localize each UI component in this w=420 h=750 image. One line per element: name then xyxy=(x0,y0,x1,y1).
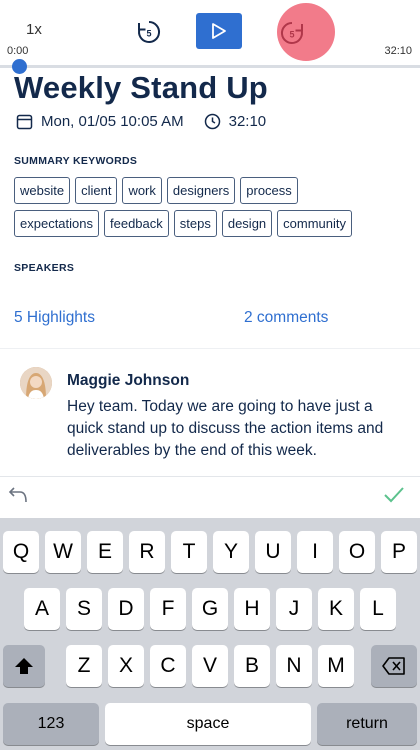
meeting-duration: 32:10 xyxy=(204,112,267,130)
key-b[interactable]: B xyxy=(234,645,270,687)
avatar xyxy=(20,367,52,399)
page-title: Weekly Stand Up xyxy=(14,70,268,105)
keyword-row: expectations feedback steps design community xyxy=(14,210,414,237)
key-k[interactable]: K xyxy=(318,588,354,630)
keyword-chip[interactable]: website xyxy=(14,177,71,204)
skip-forward-icon[interactable]: 5 xyxy=(278,19,306,47)
comments-link[interactable]: 2 comments xyxy=(244,309,328,327)
key-g[interactable]: G xyxy=(192,588,228,630)
key-w[interactable]: W xyxy=(45,531,81,573)
comment-author: Maggie Johnson xyxy=(67,372,190,389)
playback-speed-button[interactable]: 1x xyxy=(26,21,42,38)
current-time: 0:00 xyxy=(7,45,29,57)
play-icon xyxy=(212,23,226,39)
delete-key[interactable] xyxy=(371,645,417,687)
skip-back-icon[interactable]: 5 xyxy=(135,18,163,46)
keyword-chip[interactable]: designers xyxy=(166,177,236,204)
key-q[interactable]: Q xyxy=(3,531,39,573)
key-p[interactable]: P xyxy=(381,531,417,573)
space-key[interactable]: space xyxy=(105,703,311,745)
key-z[interactable]: Z xyxy=(66,645,102,687)
keyword-chip[interactable]: steps xyxy=(173,210,217,237)
keyword-chip[interactable]: design xyxy=(221,210,273,237)
key-y[interactable]: Y xyxy=(213,531,249,573)
key-m[interactable]: M xyxy=(318,645,354,687)
key-i[interactable]: I xyxy=(297,531,333,573)
total-time: 32:10 xyxy=(384,45,412,57)
shift-icon xyxy=(15,658,33,674)
key-h[interactable]: H xyxy=(234,588,270,630)
play-button[interactable] xyxy=(196,13,242,49)
meeting-date: Mon, 01/05 10:05 AM xyxy=(41,112,184,130)
key-e[interactable]: E xyxy=(87,531,123,573)
keyword-chip[interactable]: work xyxy=(122,177,162,204)
speakers-label: SPEAKERS xyxy=(14,262,75,274)
key-r[interactable]: R xyxy=(129,531,165,573)
key-l[interactable]: L xyxy=(360,588,396,630)
keyword-chip[interactable]: client xyxy=(75,177,118,204)
shift-key[interactable] xyxy=(3,645,45,687)
highlights-link[interactable]: 5 Highlights xyxy=(14,309,95,327)
on-screen-keyboard: Q W E R T Y U I O P A S D F G H J K L Z X C V B N M 123 space return xyxy=(0,518,420,750)
clock-icon xyxy=(204,113,220,129)
numbers-key[interactable]: 123 xyxy=(3,703,99,745)
skip-forward-seconds: 5 xyxy=(289,30,294,40)
key-v[interactable]: V xyxy=(192,645,228,687)
key-a[interactable]: A xyxy=(24,588,60,630)
key-c[interactable]: C xyxy=(150,645,186,687)
key-t[interactable]: T xyxy=(171,531,207,573)
key-d[interactable]: D xyxy=(108,588,144,630)
comment-text: Hey team. Today we are going to have jus… xyxy=(67,398,384,459)
keyword-chip[interactable]: community xyxy=(277,210,353,237)
key-j[interactable]: J xyxy=(276,588,312,630)
progress-track[interactable] xyxy=(0,65,420,68)
key-x[interactable]: X xyxy=(108,645,144,687)
key-n[interactable]: N xyxy=(276,645,312,687)
check-icon[interactable] xyxy=(382,484,406,506)
user-avatar-icon xyxy=(20,367,52,399)
summary-keywords-label: SUMMARY KEYWORDS xyxy=(14,155,138,167)
key-u[interactable]: U xyxy=(255,531,291,573)
keyword-chip[interactable]: process xyxy=(240,177,298,204)
key-o[interactable]: O xyxy=(339,531,375,573)
comment-composer xyxy=(0,476,420,518)
meeting-duration-value: 32:10 xyxy=(228,112,267,130)
audio-player: 1x 5 5 0:00 32:10 xyxy=(0,0,420,74)
undo-icon[interactable] xyxy=(8,485,30,505)
return-key[interactable]: return xyxy=(317,703,417,745)
key-f[interactable]: F xyxy=(150,588,186,630)
keyword-row: website client work designers process xyxy=(14,177,414,204)
keyword-chips: website client work designers process expect… xyxy=(14,177,414,243)
meeting-meta: Mon, 01/05 10:05 AM 32:10 xyxy=(16,110,266,132)
calendar-icon xyxy=(16,114,33,129)
keyword-chip[interactable]: expectations xyxy=(14,210,99,237)
backspace-icon xyxy=(382,657,405,675)
key-s[interactable]: S xyxy=(66,588,102,630)
keyword-chip[interactable]: feedback xyxy=(104,210,169,237)
skip-back-seconds: 5 xyxy=(146,29,151,39)
